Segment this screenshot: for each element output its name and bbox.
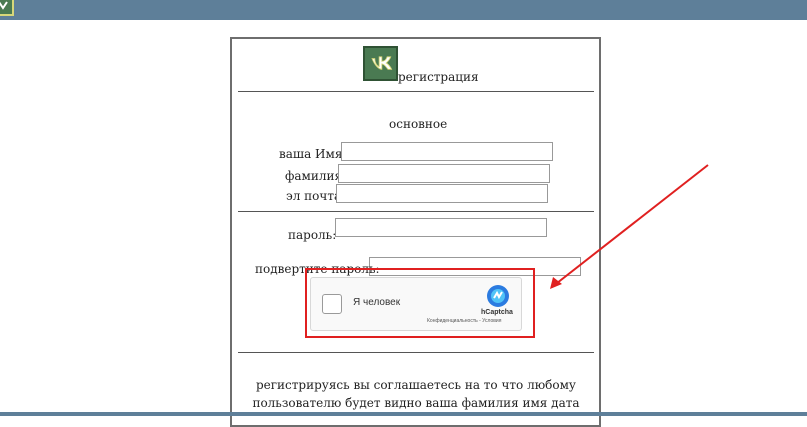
vk-logo-icon[interactable]	[0, 0, 14, 16]
first-name-field[interactable]	[341, 142, 553, 161]
section-heading: основное	[389, 117, 448, 131]
last-name-label: фамилия	[285, 169, 343, 183]
first-name-label: ваша Имя	[279, 147, 343, 161]
agreement-line: пользователю будет видно ваша фамилия им…	[252, 396, 580, 410]
password-label: пароль:	[288, 228, 337, 242]
password-field[interactable]	[335, 218, 547, 237]
email-label: эл почта	[286, 189, 342, 203]
divider	[238, 352, 594, 353]
divider	[238, 211, 594, 212]
page-title: регистрация	[398, 70, 479, 84]
agreement-line: регистрируясь вы соглашаетесь на то что …	[255, 378, 576, 392]
last-name-field[interactable]	[338, 164, 550, 183]
bottom-bar	[0, 412, 807, 416]
vk-logo-icon	[363, 46, 398, 81]
divider	[238, 91, 594, 92]
agreement-text: регистрируясь вы соглашаетесь на то что …	[238, 376, 594, 412]
top-bar	[0, 0, 807, 20]
email-field[interactable]	[336, 184, 548, 203]
red-highlight-box	[305, 268, 535, 338]
